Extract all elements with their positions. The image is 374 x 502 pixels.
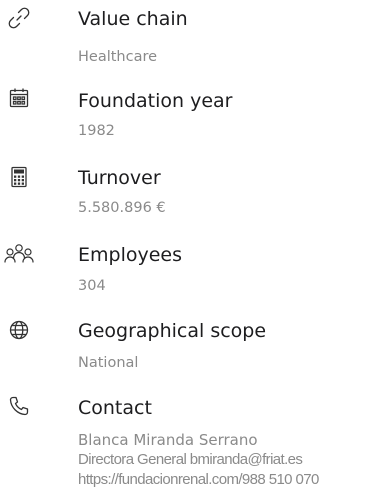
info-label: Value chain xyxy=(78,8,188,30)
link-icon xyxy=(7,6,31,30)
phone-icon xyxy=(7,394,31,418)
info-label: Turnover xyxy=(78,167,161,189)
contact-url-phone[interactable]: https://fundacionrenal.com/988 510 070 xyxy=(78,470,319,490)
info-value: 5.580.896 € xyxy=(78,200,166,216)
info-value: Healthcare xyxy=(78,49,158,65)
info-label: Employees xyxy=(78,244,182,266)
info-value: 304 xyxy=(78,278,106,294)
info-label: Geographical scope xyxy=(78,320,267,342)
contact-label: Contact xyxy=(78,397,152,419)
contact-name: Blanca Miranda Serrano xyxy=(78,431,258,449)
calendar-icon xyxy=(7,86,31,110)
contact-role-email[interactable]: Directora General bmiranda@friat.es xyxy=(78,450,303,470)
info-value: 1982 xyxy=(78,123,115,139)
calculator-icon xyxy=(7,165,31,189)
info-value: National xyxy=(78,355,139,371)
globe-icon xyxy=(7,318,31,342)
people-icon xyxy=(4,242,34,266)
info-label: Foundation year xyxy=(78,90,233,112)
